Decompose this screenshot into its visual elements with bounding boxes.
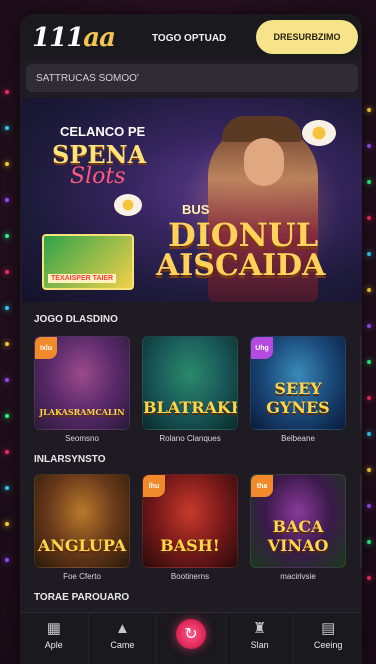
game-card[interactable]: BACA VINAO tha	[250, 474, 346, 568]
game-name[interactable]: Bootinerns	[142, 572, 238, 581]
search-placeholder: SATTRUCAS SOMOO'	[36, 72, 139, 84]
logo-accent: aa	[83, 23, 116, 53]
row-scroll-peek	[360, 336, 362, 430]
game-card[interactable]: BLATRAKH	[142, 336, 238, 430]
edge-light	[5, 126, 9, 130]
new-badge: Ixlu	[35, 337, 57, 359]
nav-item-1[interactable]: ▲ Came	[89, 613, 158, 664]
game-name[interactable]: Foe Cferto	[34, 572, 130, 581]
hat-icon: ♜	[252, 620, 267, 637]
section-title: INLARSYNSTO	[34, 454, 106, 465]
edge-light	[367, 216, 371, 220]
triangle-icon: ▲	[114, 619, 130, 637]
edge-light	[367, 324, 371, 328]
new-badge: Uhg	[251, 337, 273, 359]
nav-label: Aple	[44, 640, 63, 650]
egg-icon	[302, 120, 336, 146]
game-art-title: SEEY GYNES	[266, 379, 330, 417]
edge-light	[367, 144, 371, 148]
banner-subtitle: CELANCO PE	[60, 124, 146, 139]
game-art-title: ANGLUPA	[37, 536, 127, 555]
edge-light	[367, 396, 371, 400]
edge-light	[5, 522, 9, 526]
banner-headline-2: AISCAIDA	[156, 248, 326, 283]
row-scroll-peek	[360, 474, 362, 568]
nav-item-2[interactable]: ↻	[157, 613, 226, 664]
game-art-title: BASH!	[160, 536, 220, 555]
edge-light	[5, 378, 9, 382]
game-art-title: JLAKASRAMCALIN	[39, 407, 125, 417]
grid-icon: ▦	[46, 620, 61, 637]
nav-label: Came	[110, 640, 135, 650]
section-title: TORAE PAROUARO	[34, 592, 130, 603]
logo-main: 111	[32, 23, 84, 53]
top-bar: 111aa TOGO OPTUAD DRESURBZIMO	[20, 14, 362, 58]
edge-light	[367, 432, 371, 436]
nav-label: Slan	[250, 640, 269, 650]
edge-light	[367, 288, 371, 292]
nav-item-0[interactable]: ▦ Aple	[20, 613, 89, 664]
edge-light	[367, 576, 371, 580]
refresh-icon: ↻	[175, 619, 206, 649]
nav-item-4[interactable]: ▤ Ceeing	[294, 613, 362, 664]
section-title: JOGO DLASDINO	[34, 314, 118, 325]
nav-label: Ceeing	[313, 640, 343, 650]
left-edge-lights	[0, 0, 18, 664]
edge-light	[5, 234, 9, 238]
banner-headline-small: BUS	[182, 202, 210, 217]
game-art-title: BLATRAKH	[143, 398, 238, 417]
cards-icon: ▤	[321, 620, 336, 637]
edge-light	[5, 414, 9, 418]
edge-light	[5, 342, 9, 346]
edge-light	[367, 468, 371, 472]
search-bar[interactable]: SATTRUCAS SOMOO'	[26, 64, 358, 92]
edge-light	[367, 180, 371, 184]
edge-light	[5, 558, 9, 562]
game-name[interactable]: Rolano Clanques	[142, 434, 238, 443]
edge-light	[5, 486, 9, 490]
edge-light	[367, 540, 371, 544]
game-card[interactable]: JLAKASRAMCALIN Ixlu	[34, 336, 130, 430]
edge-light	[5, 198, 9, 202]
edge-light	[5, 162, 9, 166]
register-button[interactable]: DRESURBZIMO	[256, 20, 358, 54]
egg-icon	[114, 194, 142, 216]
edge-light	[5, 270, 9, 274]
game-card[interactable]: ANGLUPA	[34, 474, 130, 568]
game-card[interactable]: BASH! lhu	[142, 474, 238, 568]
edge-light	[5, 306, 9, 310]
edge-light	[5, 450, 9, 454]
game-name[interactable]: macirivsie	[250, 572, 346, 581]
character-face	[244, 138, 284, 186]
nav-item-3[interactable]: ♜ Slan	[226, 613, 295, 664]
edge-light	[367, 504, 371, 508]
app-screen: 111aa TOGO OPTUAD DRESURBZIMO SATTRUCAS …	[20, 14, 362, 664]
header-label[interactable]: TOGO OPTUAD	[152, 33, 226, 44]
edge-light	[367, 108, 371, 112]
app-logo[interactable]: 111aa	[32, 23, 116, 53]
bottom-navigation: ▦ Aple ▲ Came ↻ ♜ Slan ▤ Ceeing	[20, 612, 362, 664]
game-name[interactable]: Belbeane	[250, 434, 346, 443]
edge-light	[367, 252, 371, 256]
game-art-title: BACA VINAO	[267, 517, 329, 555]
new-badge: tha	[251, 475, 273, 497]
edge-light	[5, 90, 9, 94]
promo-banner[interactable]: CELANCO PE SPENA Slots BUS DIONUL AISCAI…	[22, 98, 362, 302]
game-card[interactable]: SEEY GYNES Uhg	[250, 336, 346, 430]
banner-mini-label: TEXAISPER TAIER	[48, 274, 117, 283]
edge-light	[367, 360, 371, 364]
game-name[interactable]: Seomsno	[34, 434, 130, 443]
banner-title-script: Slots	[70, 164, 126, 189]
new-badge: lhu	[143, 475, 165, 497]
